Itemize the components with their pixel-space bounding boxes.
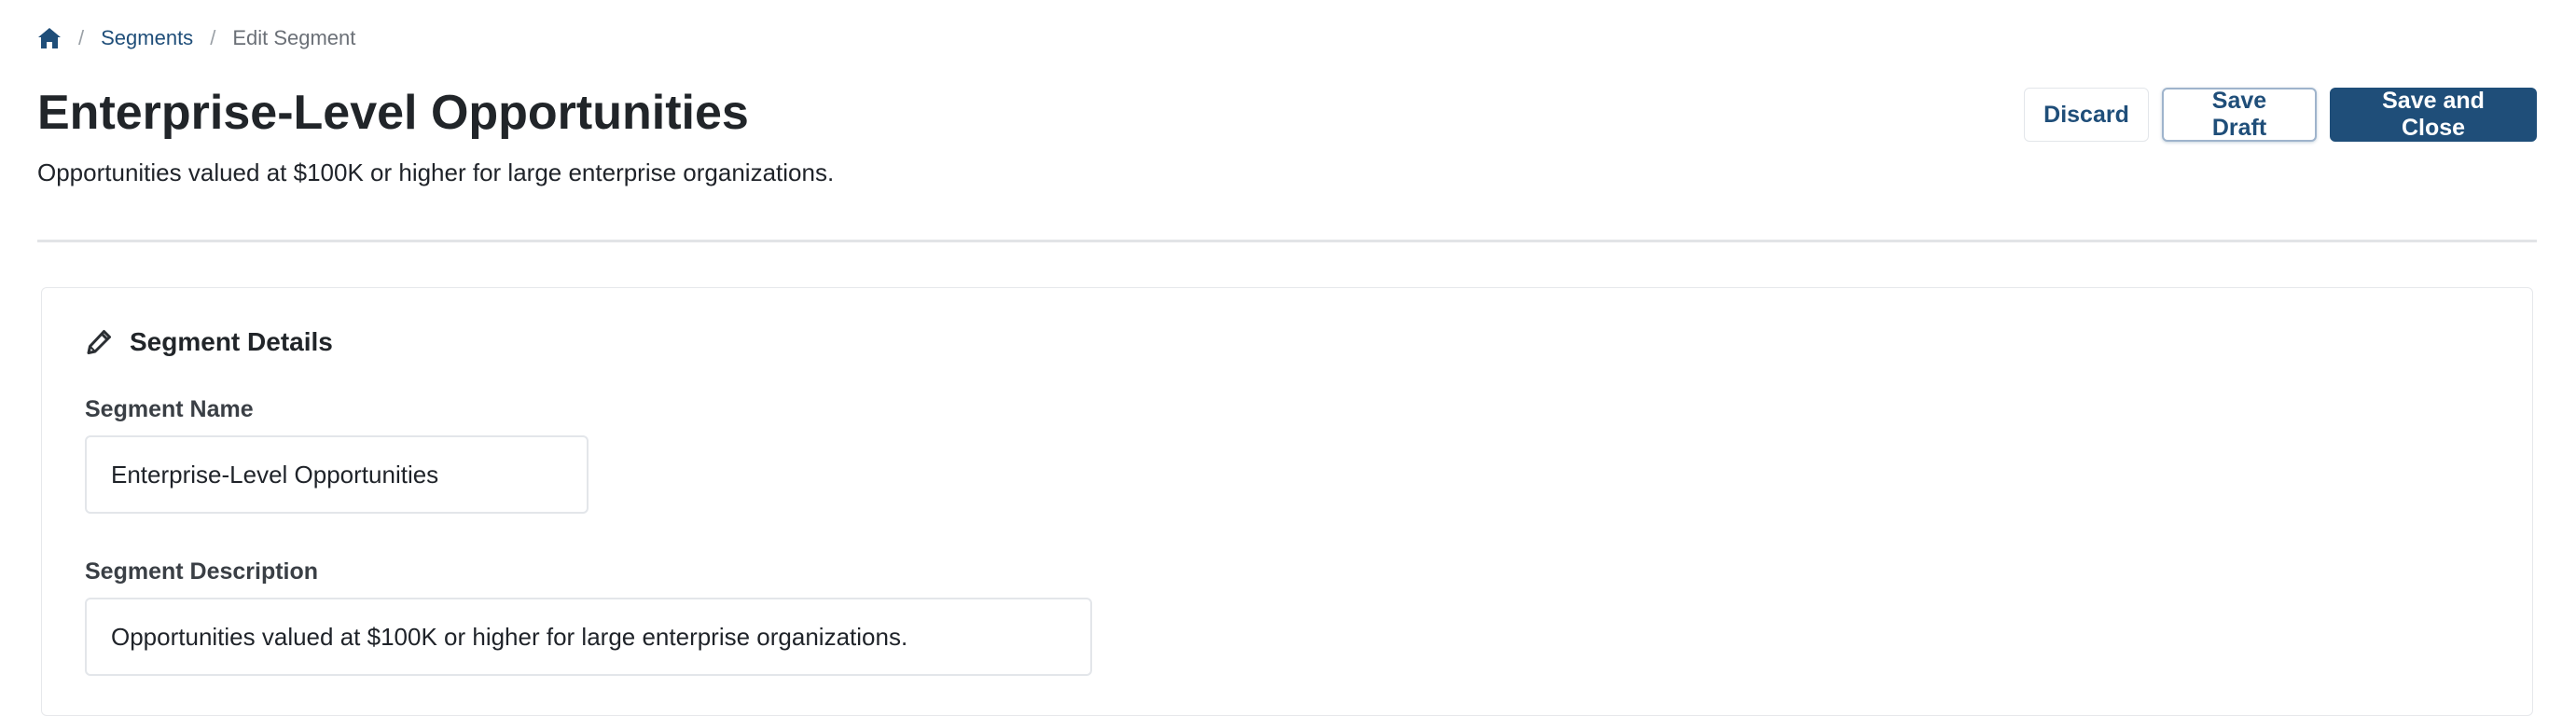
- breadcrumb-segments-link[interactable]: Segments: [101, 26, 193, 50]
- action-buttons: Discard Save Draft Save and Close: [2024, 88, 2537, 142]
- breadcrumb: / Segments / Edit Segment: [37, 24, 355, 52]
- segment-description-input[interactable]: [85, 598, 1092, 676]
- page-description: Opportunities valued at $100K or higher …: [37, 158, 835, 186]
- breadcrumb-current: Edit Segment: [232, 26, 356, 49]
- page-title: Enterprise-Level Opportunities: [37, 86, 749, 140]
- card-title: Segment Details: [130, 327, 333, 356]
- pencil-icon: [85, 328, 113, 356]
- save-and-close-button[interactable]: Save and Close: [2330, 88, 2537, 142]
- segment-name-input[interactable]: [85, 435, 589, 514]
- breadcrumb-separator: /: [210, 26, 216, 49]
- segment-description-label: Segment Description: [85, 558, 319, 585]
- discard-button[interactable]: Discard: [2024, 88, 2149, 142]
- header-divider: [37, 240, 2537, 242]
- breadcrumb-separator: /: [78, 26, 85, 49]
- save-draft-button[interactable]: Save Draft: [2162, 88, 2317, 142]
- segment-details-card: Segment Details Segment Name Segment Des…: [41, 287, 2533, 716]
- home-icon[interactable]: [37, 26, 62, 50]
- card-header: Segment Details: [85, 327, 333, 357]
- segment-name-label: Segment Name: [85, 396, 254, 422]
- edit-segment-page: / Segments / Edit Segment Enterprise-Lev…: [37, 0, 2537, 716]
